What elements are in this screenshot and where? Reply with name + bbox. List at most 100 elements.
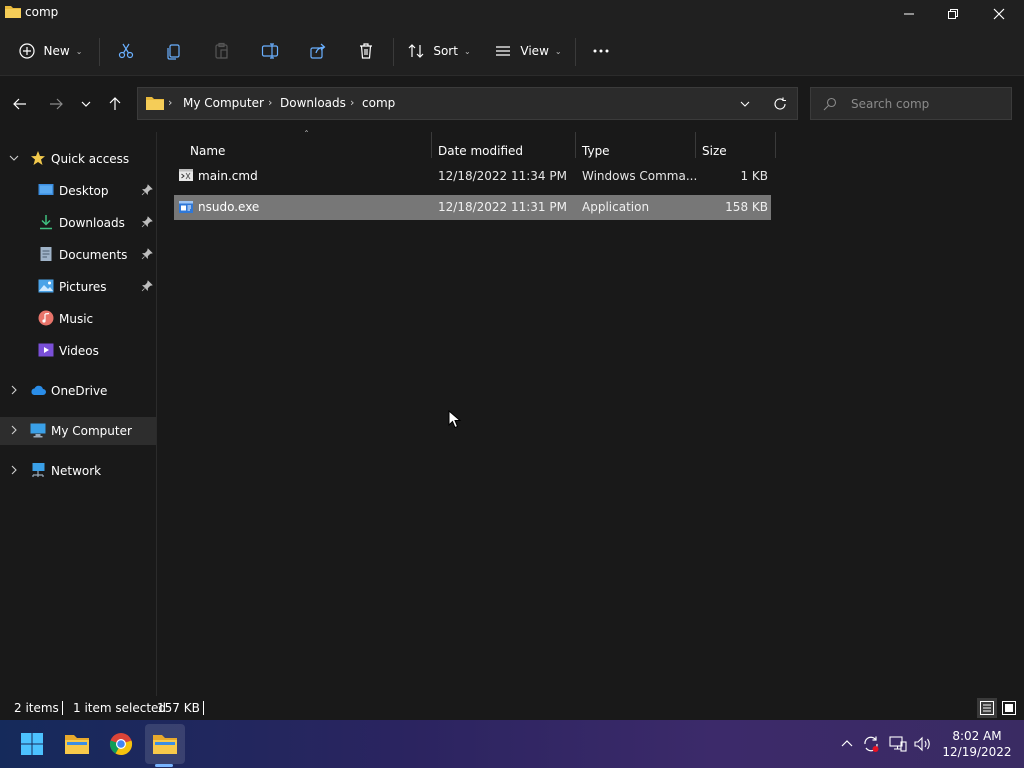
sidebar-item-label: Pictures [59,280,107,294]
column-divider[interactable] [575,132,576,158]
sidebar-item-onedrive[interactable]: OneDrive [0,377,156,405]
star-icon [31,151,45,165]
new-button[interactable]: New ⌄ [14,36,86,66]
sidebar-item-label: Documents [59,248,128,262]
sidebar-item-label: Downloads [59,216,125,230]
sort-icon [408,44,424,58]
breadcrumb-comp[interactable]: comp [362,96,395,110]
file-list: ˆ Name Date modified Type Size main.cmd … [158,130,1024,696]
sidebar-item-label: Network [51,464,102,478]
table-row[interactable]: main.cmd 12/18/2022 11:34 PM Windows Com… [174,164,771,189]
recent-locations-button[interactable] [74,92,98,116]
sidebar-item-desktop[interactable]: Desktop [0,177,156,205]
sort-label: Sort [433,44,458,58]
trash-icon [360,43,372,59]
column-header-size[interactable]: Size [702,144,727,158]
sidebar-item-music[interactable]: Music [0,305,156,333]
sidebar-item-my-computer[interactable]: My Computer [0,417,156,445]
breadcrumb-my-computer[interactable]: My Computer [183,96,264,110]
refresh-button[interactable] [770,95,790,113]
videos-icon [38,343,54,357]
search-input[interactable]: Search comp [810,87,1012,120]
search-icon [823,97,837,111]
show-hidden-icons-button[interactable] [837,734,857,754]
sidebar-item-quick-access[interactable]: Quick access [0,145,156,173]
sort-button[interactable]: Sort ⌄ [406,36,472,66]
desktop-icon [38,184,54,195]
chevron-down-icon: ⌄ [75,46,83,56]
sidebar-item-videos[interactable]: Videos [0,337,156,365]
file-explorer-icon [65,735,89,754]
details-view-icon [980,701,994,715]
active-app-indicator [155,764,173,767]
taskbar-file-explorer-active[interactable] [145,724,185,764]
up-button[interactable] [103,92,127,116]
taskbar-file-explorer[interactable] [57,724,97,764]
volume-button[interactable] [913,734,933,754]
status-selection-size: 157 KB [157,701,200,715]
chevron-down-icon [740,101,750,107]
pin-icon [141,216,153,228]
share-button[interactable] [304,36,332,66]
more-options-button[interactable] [588,36,614,66]
chevron-right-icon [11,425,17,435]
sidebar-item-label: Videos [59,344,99,358]
minimize-button[interactable] [886,0,932,28]
forward-button[interactable] [44,92,68,116]
column-header-type[interactable]: Type [582,144,610,158]
computer-icon [30,423,46,438]
network-status-button[interactable] [888,734,908,754]
pin-icon [141,248,153,260]
view-list-icon [496,46,511,56]
clock[interactable]: 8:02 AM 12/19/2022 [942,728,1012,760]
column-divider[interactable] [775,132,776,158]
chevron-down-icon: ⌄ [554,46,562,56]
chevron-right-icon: › [350,96,355,109]
chevron-down-icon: ⌄ [463,46,471,56]
window-title: comp [25,5,59,19]
navigation-bar: › My Computer › Downloads › comp Search … [0,76,1024,132]
close-button[interactable] [976,0,1022,28]
breadcrumb-downloads[interactable]: Downloads [280,96,346,110]
paste-button[interactable] [208,36,236,66]
clock-date: 12/19/2022 [942,745,1012,759]
tiles-view-button[interactable] [999,698,1019,718]
back-button[interactable] [8,92,32,116]
copy-icon [167,44,180,60]
taskbar-chrome[interactable] [101,724,141,764]
cut-button[interactable] [112,36,140,66]
address-bar[interactable]: › My Computer › Downloads › comp [137,87,798,120]
volume-icon [914,736,930,752]
view-button[interactable]: View ⌄ [494,36,562,66]
column-header-name[interactable]: Name [190,144,225,158]
column-header-date-modified[interactable]: Date modified [438,144,523,158]
navigation-pane: Quick access Desktop Downloads Documents… [0,132,157,696]
plus-circle-icon [18,43,35,59]
sidebar-item-downloads[interactable]: Downloads [0,209,156,237]
close-icon [993,8,1005,20]
sidebar-item-network[interactable]: Network [0,457,156,485]
command-bar: New ⌄ Sort ⌄ View ⌄ [0,28,1024,76]
sync-status-button[interactable] [861,734,881,754]
sidebar-item-pictures[interactable]: Pictures [0,273,156,301]
details-view-button[interactable] [977,698,997,718]
start-button[interactable] [12,724,52,764]
table-row[interactable]: nsudo.exe 12/18/2022 11:31 PM Applicatio… [174,195,771,220]
column-divider[interactable] [695,132,696,158]
copy-button[interactable] [160,36,188,66]
cloud-icon [31,385,46,395]
arrow-up-icon [109,97,121,110]
restore-button[interactable] [930,0,976,28]
rename-button[interactable] [256,36,284,66]
file-type: Windows Comma... [582,169,698,183]
sidebar-item-documents[interactable]: Documents [0,241,156,269]
taskbar: 8:02 AM 12/19/2022 [0,720,1024,768]
delete-button[interactable] [352,36,380,66]
toolbar-divider [393,38,394,66]
sidebar-item-label: Quick access [51,152,130,166]
address-history-button[interactable] [735,95,755,113]
file-size: 158 KB [725,200,768,214]
toolbar-divider [99,38,100,66]
column-divider[interactable] [431,132,432,158]
view-label: View [520,44,549,58]
